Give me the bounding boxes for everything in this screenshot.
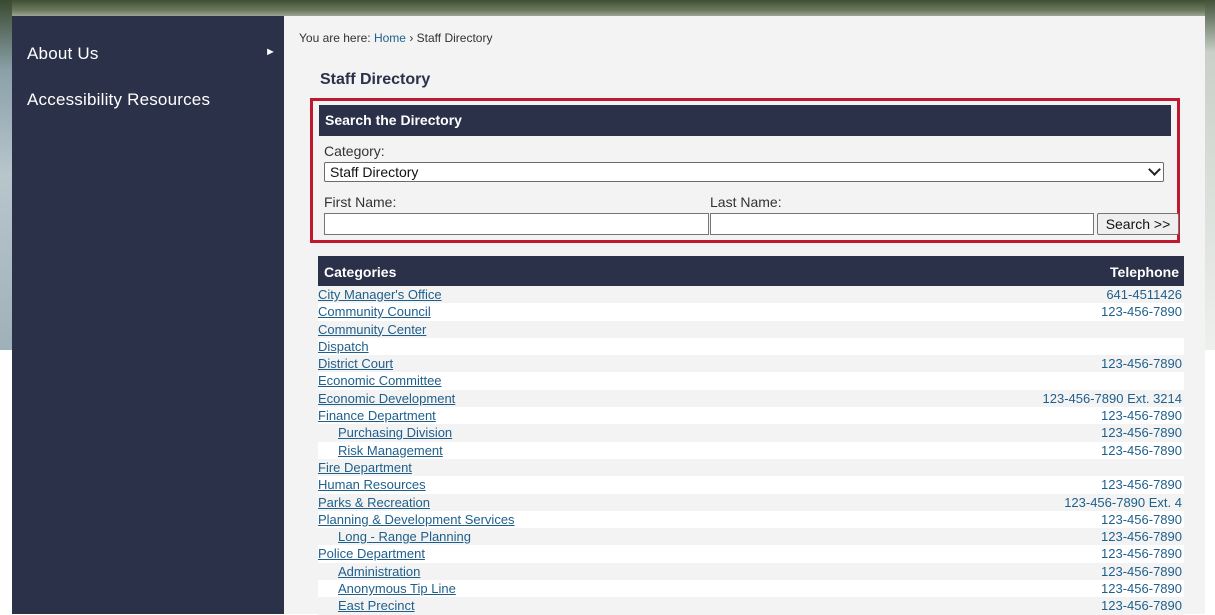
category-link[interactable]: City Manager's Office bbox=[318, 287, 442, 302]
telephone-value: 123-456-7890 bbox=[1101, 581, 1182, 597]
table-row: Anonymous Tip Line 123-456-7890 bbox=[318, 580, 1184, 598]
table-row: Community Council 123-456-7890 bbox=[318, 303, 1184, 321]
table-row: Finance Department 123-456-7890 bbox=[318, 407, 1184, 425]
telephone-value: 123-456-7890 bbox=[1101, 442, 1182, 458]
breadcrumb-current: Staff Directory bbox=[416, 31, 493, 45]
table-row: District Court 123-456-7890 bbox=[318, 355, 1184, 373]
sidebar-item-label: About Us bbox=[27, 44, 99, 63]
main-content: You are here: Home › Staff Directory Sta… bbox=[284, 16, 1205, 615]
sidebar-item-accessibility-resources[interactable]: Accessibility Resources bbox=[27, 90, 210, 110]
table-row: Purchasing Division 123-456-7890 bbox=[318, 424, 1184, 442]
breadcrumb-prefix: You are here: bbox=[299, 31, 371, 45]
category-link[interactable]: Community Council bbox=[318, 304, 431, 319]
category-link[interactable]: Community Center bbox=[318, 322, 426, 337]
table-row: Community Center bbox=[318, 320, 1184, 338]
table-header: Categories Telephone bbox=[318, 256, 1184, 286]
category-link[interactable]: Finance Department bbox=[318, 408, 436, 423]
first-name-input[interactable] bbox=[324, 213, 709, 235]
table-row: Economic Development 123-456-7890 Ext. 32… bbox=[318, 389, 1184, 408]
background-right-strip bbox=[1205, 0, 1215, 350]
telephone-value: 123-456-7890 Ext. 4 bbox=[1064, 494, 1182, 510]
table-body: City Manager's Office 641-4511426 Communit… bbox=[318, 286, 1184, 615]
table-row: Human Resources 123-456-7890 bbox=[318, 476, 1184, 494]
category-label: Category: bbox=[324, 143, 385, 159]
page-title: Staff Directory bbox=[320, 71, 431, 88]
telephone-value: 123-456-7890 bbox=[1101, 477, 1182, 493]
breadcrumb-home-link[interactable]: Home bbox=[374, 31, 406, 45]
category-link[interactable]: Police Department bbox=[318, 546, 425, 561]
category-link[interactable]: Administration bbox=[338, 564, 420, 579]
search-panel-header: Search the Directory bbox=[319, 105, 1171, 136]
sidebar-item-about-us[interactable]: About Us bbox=[27, 44, 99, 64]
first-name-label: First Name: bbox=[324, 194, 397, 210]
telephone-value: 123-456-7890 bbox=[1101, 408, 1182, 424]
search-button[interactable]: Search >> bbox=[1097, 213, 1179, 235]
last-name-label: Last Name: bbox=[710, 194, 782, 210]
search-panel: Search the Directory Category: Staff Dir… bbox=[310, 98, 1180, 243]
submenu-arrow-icon[interactable]: ► bbox=[265, 46, 276, 58]
telephone-value: 123-456-7890 bbox=[1101, 563, 1182, 579]
table-row: East Precinct 123-456-7890 bbox=[318, 597, 1184, 615]
table-row: Economic Committee bbox=[318, 372, 1184, 390]
sidebar-item-label: Accessibility Resources bbox=[27, 90, 211, 109]
table-row: Long - Range Planning 123-456-7890 bbox=[318, 528, 1184, 546]
telephone-value: 123-456-7890 bbox=[1101, 356, 1182, 372]
category-link[interactable]: Risk Management bbox=[338, 443, 443, 458]
category-link[interactable]: Economic Development bbox=[318, 391, 455, 406]
category-link[interactable]: Planning & Development Services bbox=[318, 512, 515, 527]
telephone-value: 641-4511426 bbox=[1106, 287, 1182, 302]
category-link[interactable]: Economic Committee bbox=[318, 373, 442, 388]
telephone-value: 123-456-7890 bbox=[1101, 511, 1182, 527]
category-link[interactable]: District Court bbox=[318, 356, 393, 371]
category-select-value: Staff Directory bbox=[330, 164, 419, 180]
directory-table: Categories Telephone City Manager's Offi… bbox=[318, 256, 1184, 615]
category-link[interactable]: Dispatch bbox=[318, 339, 369, 354]
category-link[interactable]: Purchasing Division bbox=[338, 425, 452, 440]
chevron-down-icon bbox=[1148, 163, 1161, 176]
category-select[interactable]: Staff Directory bbox=[324, 162, 1164, 182]
last-name-input[interactable] bbox=[710, 213, 1094, 235]
table-row: Dispatch bbox=[318, 337, 1184, 356]
breadcrumb-separator: › bbox=[409, 31, 414, 45]
telephone-value: 123-456-7890 bbox=[1101, 425, 1182, 441]
table-row: Planning & Development Services 123-456-7… bbox=[318, 510, 1184, 529]
background-left-strip bbox=[0, 0, 12, 350]
category-link[interactable]: Long - Range Planning bbox=[338, 529, 471, 544]
category-link[interactable]: Parks & Recreation bbox=[318, 495, 430, 510]
table-row: Fire Department bbox=[318, 458, 1184, 477]
sidebar: About Us ► Accessibility Resources bbox=[12, 16, 284, 614]
table-row: City Manager's Office 641-4511426 bbox=[318, 286, 1184, 304]
category-link[interactable]: Anonymous Tip Line bbox=[338, 581, 456, 596]
breadcrumb: You are here: Home › Staff Directory bbox=[299, 31, 492, 45]
table-row: Administration 123-456-7890 bbox=[318, 562, 1184, 581]
telephone-value: 123-456-7890 Ext. 3214 bbox=[1042, 390, 1183, 406]
table-row: Police Department 123-456-7890 bbox=[318, 545, 1184, 563]
telephone-value: 123-456-7890 bbox=[1101, 529, 1182, 545]
telephone-value: 123-456-7890 bbox=[1101, 304, 1182, 320]
category-link[interactable]: East Precinct bbox=[338, 598, 415, 613]
table-row: Risk Management 123-456-7890 bbox=[318, 441, 1184, 459]
telephone-value: 123-456-7890 bbox=[1101, 546, 1182, 562]
category-link[interactable]: Human Resources bbox=[318, 477, 426, 492]
category-link[interactable]: Fire Department bbox=[318, 460, 412, 475]
telephone-value: 123-456-7890 bbox=[1101, 598, 1182, 614]
column-header-telephone: Telephone bbox=[1110, 264, 1179, 280]
table-row: Parks & Recreation 123-456-7890 Ext. 4 bbox=[318, 493, 1184, 511]
column-header-categories: Categories bbox=[324, 264, 397, 280]
